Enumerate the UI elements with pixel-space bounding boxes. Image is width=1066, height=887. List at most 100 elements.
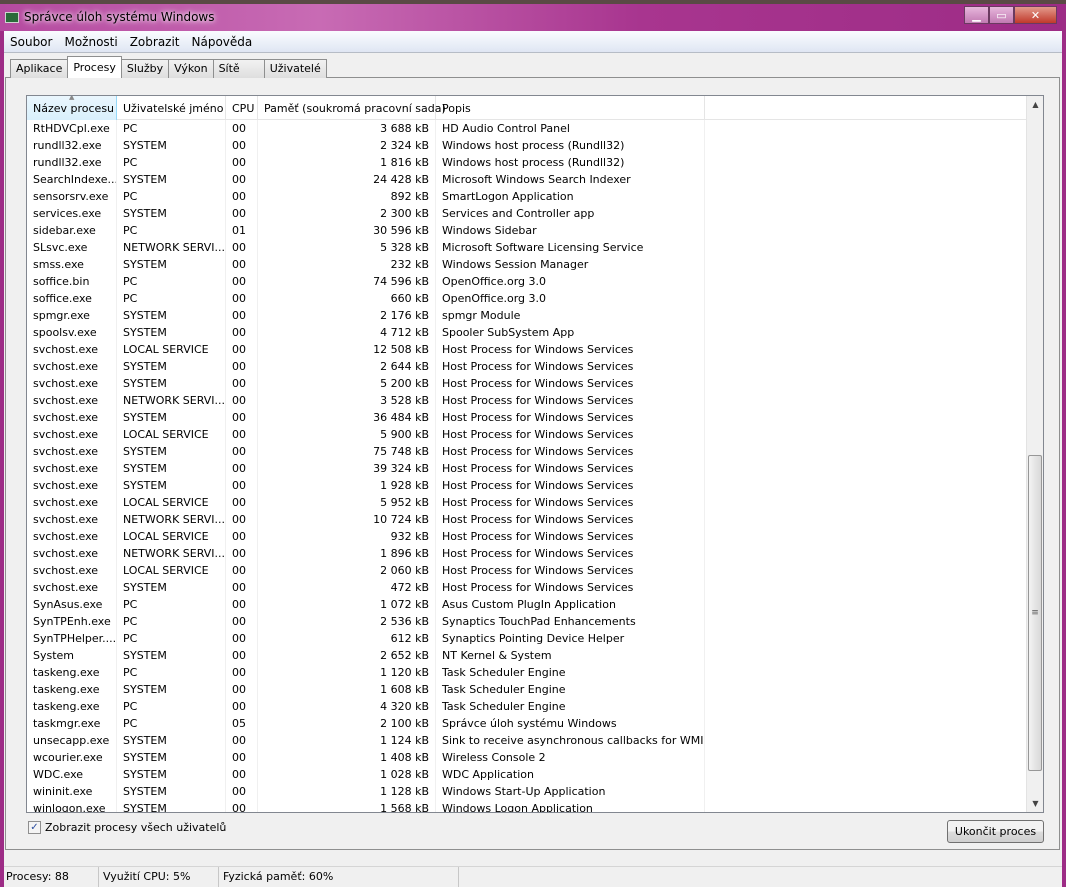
cell-process-name: svchost.exe — [27, 392, 117, 409]
cell-empty — [705, 647, 1027, 664]
cell-memory: 1 408 kB — [258, 749, 436, 766]
table-row[interactable]: soffice.exe PC 00 660 kB OpenOffice.org 3.0 — [27, 290, 1027, 307]
cell-memory: 4 712 kB — [258, 324, 436, 341]
column-header-cpu[interactable]: CPU — [226, 96, 258, 120]
table-row[interactable]: svchost.exe LOCAL SERVICE 00 2 060 kB Host P… — [27, 562, 1027, 579]
table-row[interactable]: svchost.exe SYSTEM 00 5 200 kB Host Process … — [27, 375, 1027, 392]
cell-cpu: 00 — [226, 800, 258, 812]
cell-user-name: PC — [117, 188, 226, 205]
cell-empty — [705, 732, 1027, 749]
table-row[interactable]: svchost.exe NETWORK SERVI... 00 1 896 kB Hos… — [27, 545, 1027, 562]
menu-soubor[interactable]: Soubor — [4, 35, 58, 49]
menu-napoveda[interactable]: Nápověda — [186, 35, 259, 49]
show-all-users-checkbox[interactable]: ✓ Zobrazit procesy všech uživatelů — [28, 821, 226, 834]
checkbox-check-icon[interactable]: ✓ — [28, 821, 41, 834]
cell-description: Host Process for Windows Services — [436, 579, 705, 596]
cell-description: Microsoft Software Licensing Service — [436, 239, 705, 256]
minimize-button[interactable]: ▁ — [964, 6, 989, 24]
table-row[interactable]: rundll32.exe SYSTEM 00 2 324 kB Windows host… — [27, 137, 1027, 154]
table-row[interactable]: smss.exe SYSTEM 00 232 kB Windows Session Ma… — [27, 256, 1027, 273]
table-row[interactable]: unsecapp.exe SYSTEM 00 1 124 kB Sink to rece… — [27, 732, 1027, 749]
cell-cpu: 00 — [226, 443, 258, 460]
list-header: ▲ Název procesu Uživatelské jméno CPU Pam… — [27, 96, 1027, 120]
cell-empty — [705, 120, 1027, 137]
table-row[interactable]: spmgr.exe SYSTEM 00 2 176 kB spmgr Module — [27, 307, 1027, 324]
table-row[interactable]: svchost.exe SYSTEM 00 36 484 kB Host Process… — [27, 409, 1027, 426]
column-header-name[interactable]: ▲ Název procesu — [27, 96, 117, 120]
table-row[interactable]: svchost.exe LOCAL SERVICE 00 932 kB Host Pro… — [27, 528, 1027, 545]
tab-procesy[interactable]: Procesy — [67, 56, 122, 78]
cell-cpu: 00 — [226, 290, 258, 307]
cell-description: Windows Logon Application — [436, 800, 705, 812]
table-row[interactable]: WDC.exe SYSTEM 00 1 028 kB WDC Application — [27, 766, 1027, 783]
cell-process-name: rundll32.exe — [27, 137, 117, 154]
cell-cpu: 00 — [226, 749, 258, 766]
vertical-scrollbar[interactable]: ▲ ≡ ▼ — [1026, 96, 1043, 812]
table-row[interactable]: soffice.bin PC 00 74 596 kB OpenOffice.org 3… — [27, 273, 1027, 290]
cell-description: Host Process for Windows Services — [436, 494, 705, 511]
table-row[interactable]: SearchIndexe... SYSTEM 00 24 428 kB Microsof… — [27, 171, 1027, 188]
maximize-button[interactable]: ▭ — [989, 6, 1014, 24]
cell-memory: 1 124 kB — [258, 732, 436, 749]
table-row[interactable]: svchost.exe SYSTEM 00 1 928 kB Host Process … — [27, 477, 1027, 494]
end-process-button[interactable]: Ukončit proces — [947, 820, 1044, 843]
table-row[interactable]: spoolsv.exe SYSTEM 00 4 712 kB Spooler SubSy… — [27, 324, 1027, 341]
table-row[interactable]: svchost.exe SYSTEM 00 75 748 kB Host Process… — [27, 443, 1027, 460]
cell-memory: 5 328 kB — [258, 239, 436, 256]
table-row[interactable]: svchost.exe NETWORK SERVI... 00 10 724 kB Ho… — [27, 511, 1027, 528]
scroll-up-arrow-icon[interactable]: ▲ — [1027, 96, 1043, 113]
title-bar[interactable]: Správce úloh systému Windows ▁ ▭ ✕ — [0, 0, 1066, 31]
table-row[interactable]: sensorsrv.exe PC 00 892 kB SmartLogon Applic… — [27, 188, 1027, 205]
table-row[interactable]: SynTPEnh.exe PC 00 2 536 kB Synaptics TouchP… — [27, 613, 1027, 630]
menu-zobrazit[interactable]: Zobrazit — [124, 35, 186, 49]
column-header-memory[interactable]: Paměť (soukromá pracovní sada) — [258, 96, 446, 120]
table-row[interactable]: SynAsus.exe PC 00 1 072 kB Asus Custom PlugI… — [27, 596, 1027, 613]
table-row[interactable]: svchost.exe SYSTEM 00 2 644 kB Host Process … — [27, 358, 1027, 375]
table-row[interactable]: taskeng.exe SYSTEM 00 1 608 kB Task Schedule… — [27, 681, 1027, 698]
table-row[interactable]: wcourier.exe SYSTEM 00 1 408 kB Wireless Con… — [27, 749, 1027, 766]
table-row[interactable]: System SYSTEM 00 2 652 kB NT Kernel & System — [27, 647, 1027, 664]
cell-memory: 1 816 kB — [258, 154, 436, 171]
tab-vykon[interactable]: Výkon — [168, 59, 214, 78]
tab-aplikace[interactable]: Aplikace — [10, 59, 69, 78]
cell-description: NT Kernel & System — [436, 647, 705, 664]
cell-memory: 1 028 kB — [258, 766, 436, 783]
cell-user-name: SYSTEM — [117, 579, 226, 596]
menu-moznosti[interactable]: Možnosti — [58, 35, 123, 49]
table-row[interactable]: svchost.exe LOCAL SERVICE 00 12 508 kB Host … — [27, 341, 1027, 358]
table-row[interactable]: svchost.exe LOCAL SERVICE 00 5 952 kB Host P… — [27, 494, 1027, 511]
cell-description: Task Scheduler Engine — [436, 698, 705, 715]
cell-user-name: PC — [117, 715, 226, 732]
table-row[interactable]: sidebar.exe PC 01 30 596 kB Windows Sidebar — [27, 222, 1027, 239]
tab-uzivatele[interactable]: Uživatelé — [263, 59, 327, 78]
cell-process-name: SynTPEnh.exe — [27, 613, 117, 630]
table-row[interactable]: taskmgr.exe PC 05 2 100 kB Správce úloh syst… — [27, 715, 1027, 732]
table-row[interactable]: SynTPHelper.... PC 00 612 kB Synaptics Point… — [27, 630, 1027, 647]
table-row[interactable]: wininit.exe SYSTEM 00 1 128 kB Windows Start… — [27, 783, 1027, 800]
table-row[interactable]: taskeng.exe PC 00 4 320 kB Task Scheduler En… — [27, 698, 1027, 715]
tab-site[interactable]: Sítě — [212, 59, 265, 78]
cell-description: Správce úloh systému Windows — [436, 715, 705, 732]
table-row[interactable]: svchost.exe SYSTEM 00 472 kB Host Process fo… — [27, 579, 1027, 596]
close-button[interactable]: ✕ — [1014, 6, 1057, 24]
table-row[interactable]: taskeng.exe PC 00 1 120 kB Task Scheduler En… — [27, 664, 1027, 681]
table-row[interactable]: svchost.exe SYSTEM 00 39 324 kB Host Process… — [27, 460, 1027, 477]
cell-cpu: 00 — [226, 273, 258, 290]
cell-memory: 4 320 kB — [258, 698, 436, 715]
cell-empty — [705, 579, 1027, 596]
scroll-thumb[interactable]: ≡ — [1028, 455, 1042, 771]
table-row[interactable]: rundll32.exe PC 00 1 816 kB Windows host pro… — [27, 154, 1027, 171]
column-header-description[interactable]: Popis — [436, 96, 705, 120]
cell-description: Host Process for Windows Services — [436, 443, 705, 460]
table-row[interactable]: SLsvc.exe NETWORK SERVI... 00 5 328 kB Micro… — [27, 239, 1027, 256]
table-row[interactable]: services.exe SYSTEM 00 2 300 kB Services and… — [27, 205, 1027, 222]
tab-sluzby[interactable]: Služby — [120, 59, 170, 78]
scroll-down-arrow-icon[interactable]: ▼ — [1027, 795, 1043, 812]
table-row[interactable]: winlogon.exe SYSTEM 00 1 568 kB Windows Logo… — [27, 800, 1027, 812]
table-row[interactable]: RtHDVCpl.exe PC 00 3 688 kB HD Audio Control… — [27, 120, 1027, 137]
column-header-user[interactable]: Uživatelské jméno — [117, 96, 226, 120]
table-row[interactable]: svchost.exe NETWORK SERVI... 00 3 528 kB Hos… — [27, 392, 1027, 409]
cell-empty — [705, 324, 1027, 341]
process-list[interactable]: ▲ Název procesu Uživatelské jméno CPU Pam… — [26, 95, 1044, 813]
table-row[interactable]: svchost.exe LOCAL SERVICE 00 5 900 kB Host P… — [27, 426, 1027, 443]
